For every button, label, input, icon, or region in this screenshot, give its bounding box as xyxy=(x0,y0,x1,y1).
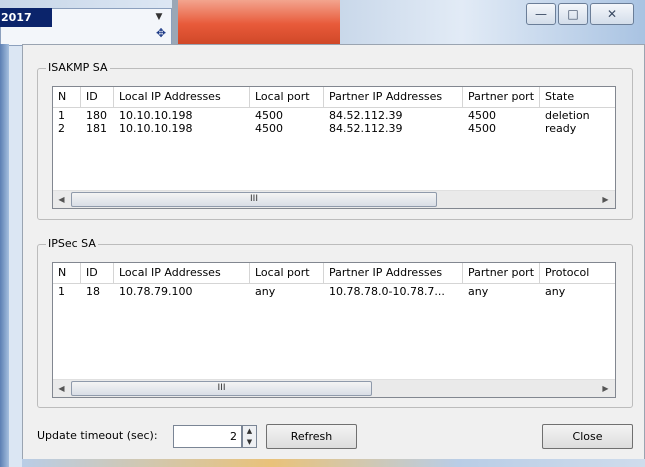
spin-down-icon[interactable]: ▼ xyxy=(243,437,256,448)
cell-local-ip: 10.78.79.100 xyxy=(119,285,193,298)
scroll-thumb[interactable]: III xyxy=(71,192,437,207)
cell-local-port: 4500 xyxy=(255,122,283,135)
column-header[interactable]: ID xyxy=(81,87,114,108)
window-border xyxy=(0,44,9,467)
column-header[interactable]: Partner port xyxy=(463,263,540,284)
refresh-button[interactable]: Refresh xyxy=(266,424,357,449)
scroll-left-icon[interactable]: ◀ xyxy=(53,191,70,208)
close-icon[interactable]: ✕ xyxy=(590,3,634,25)
cell-local-port: any xyxy=(255,285,276,298)
column-header[interactable]: Partner port xyxy=(463,87,540,108)
scroll-right-icon[interactable]: ▶ xyxy=(597,191,614,208)
cell-id: 180 xyxy=(86,109,107,122)
minimize-icon[interactable]: — xyxy=(526,3,556,25)
cell-state: deletion xyxy=(545,109,590,122)
column-header[interactable]: ID xyxy=(81,263,114,284)
spin-up-icon[interactable]: ▲ xyxy=(243,426,256,437)
timeout-label: Update timeout (sec): xyxy=(37,429,158,442)
isakmp-hscrollbar[interactable]: ◀ III ▶ xyxy=(53,190,615,208)
cell-partner-ip: 84.52.112.39 xyxy=(329,109,403,122)
cell-partner-ip: 10.78.78.0-10.78.7... xyxy=(329,285,445,298)
timeout-stepper[interactable]: ▲ ▼ xyxy=(242,425,257,448)
chevron-down-icon[interactable]: ▼ xyxy=(150,10,168,24)
column-header[interactable]: Local IP Addresses xyxy=(114,263,250,284)
scroll-thumb[interactable]: III xyxy=(71,381,372,396)
column-header[interactable]: N xyxy=(53,87,81,108)
cell-partner-port: 4500 xyxy=(468,122,496,135)
cell-local-ip: 10.10.10.198 xyxy=(119,122,193,135)
scroll-right-icon[interactable]: ▶ xyxy=(597,380,614,397)
cell-protocol: any xyxy=(545,285,566,298)
cell-n: 1 xyxy=(58,109,65,122)
ipsec-header: N ID Local IP Addresses Local port Partn… xyxy=(53,263,615,284)
cell-local-port: 4500 xyxy=(255,109,283,122)
cell-n: 2 xyxy=(58,122,65,135)
ipsec-groupbox: IPSec SA N ID Local IP Addresses Local p… xyxy=(37,237,633,408)
column-header[interactable]: Protocol xyxy=(540,263,615,284)
table-row[interactable]: 2 181 10.10.10.198 4500 84.52.112.39 450… xyxy=(53,122,615,135)
ipsec-table[interactable]: N ID Local IP Addresses Local port Partn… xyxy=(52,262,616,398)
move-icon[interactable]: ✥ xyxy=(150,24,172,42)
column-header[interactable]: Local port xyxy=(250,87,324,108)
cell-partner-ip: 84.52.112.39 xyxy=(329,122,403,135)
ipsec-hscrollbar[interactable]: ◀ III ▶ xyxy=(53,379,615,397)
column-header[interactable]: State xyxy=(540,87,615,108)
isakmp-title: ISAKMP SA xyxy=(46,61,110,75)
sa-monitor-dialog: ISAKMP SA N ID Local IP Addresses Local … xyxy=(22,44,645,467)
cell-partner-port: 4500 xyxy=(468,109,496,122)
column-header[interactable]: Partner IP Addresses xyxy=(324,263,463,284)
year-label: 2017 xyxy=(0,8,52,27)
isakmp-table[interactable]: N ID Local IP Addresses Local port Partn… xyxy=(52,86,616,209)
isakmp-groupbox: ISAKMP SA N ID Local IP Addresses Local … xyxy=(37,61,633,220)
column-header[interactable]: Local port xyxy=(250,263,324,284)
table-row[interactable]: 1 180 10.10.10.198 4500 84.52.112.39 450… xyxy=(53,109,615,122)
window-controls: — □ ✕ xyxy=(526,3,634,27)
cell-id: 18 xyxy=(86,285,100,298)
close-button[interactable]: Close xyxy=(542,424,633,449)
cell-n: 1 xyxy=(58,285,65,298)
scroll-left-icon[interactable]: ◀ xyxy=(53,380,70,397)
ipsec-title: IPSec SA xyxy=(46,237,98,251)
cell-local-ip: 10.10.10.198 xyxy=(119,109,193,122)
column-header[interactable]: Partner IP Addresses xyxy=(324,87,463,108)
maximize-icon[interactable]: □ xyxy=(558,3,588,25)
column-header[interactable]: N xyxy=(53,263,81,284)
cell-id: 181 xyxy=(86,122,107,135)
taskbar-strip xyxy=(22,459,645,467)
table-row[interactable]: 1 18 10.78.79.100 any 10.78.78.0-10.78.7… xyxy=(53,285,615,298)
column-header[interactable]: Local IP Addresses xyxy=(114,87,250,108)
timeout-input[interactable] xyxy=(173,425,242,448)
cell-state: ready xyxy=(545,122,577,135)
isakmp-header: N ID Local IP Addresses Local port Partn… xyxy=(53,87,615,108)
background-window xyxy=(178,0,340,44)
cell-partner-port: any xyxy=(468,285,489,298)
